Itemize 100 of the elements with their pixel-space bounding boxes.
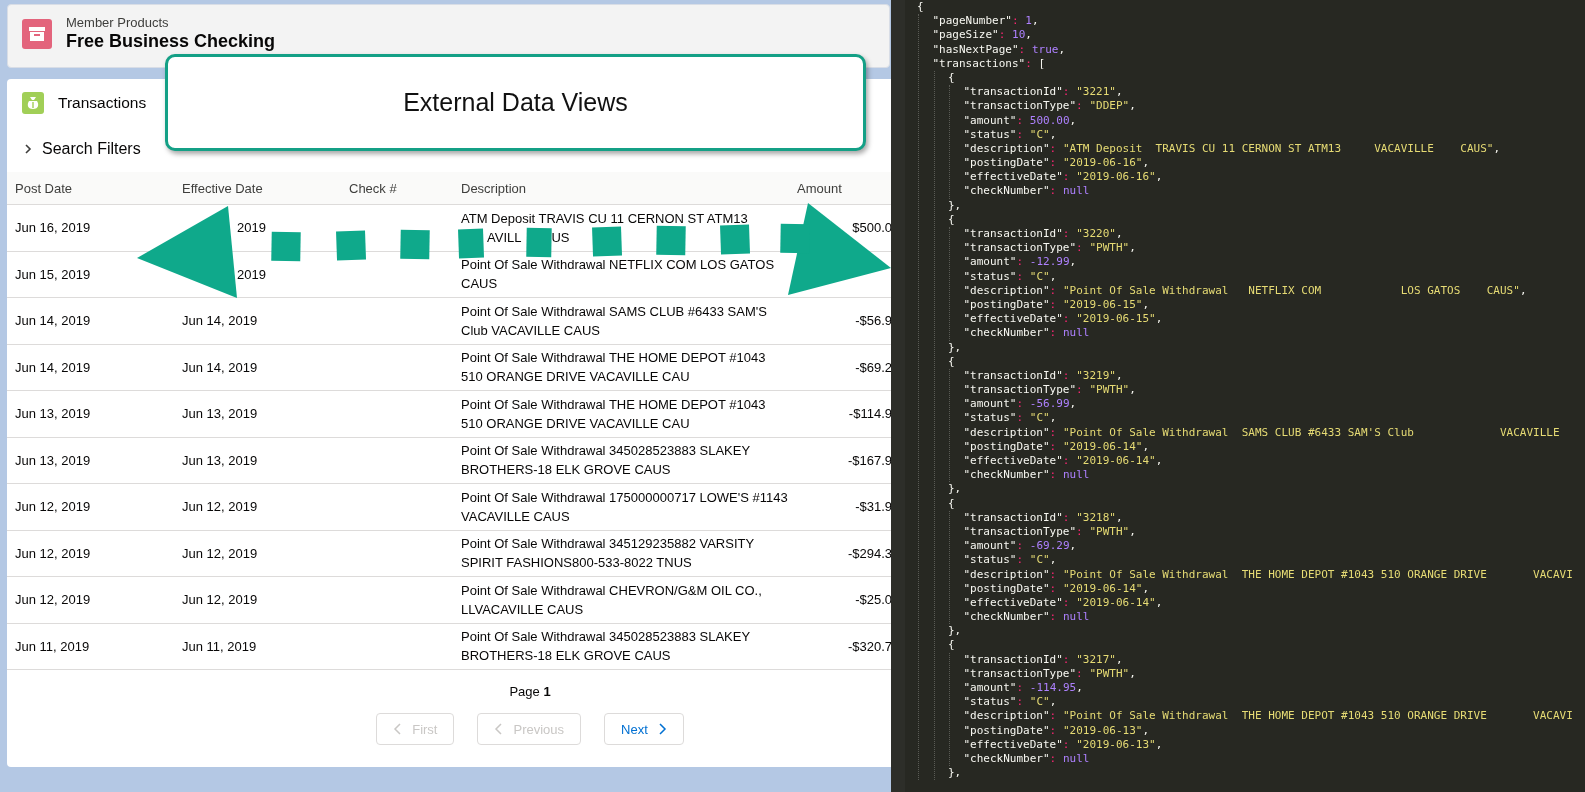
table-cell-text: -$25.0 [855, 591, 891, 610]
code-line: { [948, 638, 956, 653]
code-line: "status": "C", [963, 411, 1058, 426]
related-list-title: Transactions [58, 94, 147, 112]
code-line: "transactions": [ [932, 56, 1047, 71]
table-cell: ATM Deposit TRAVIS CU 11 CERNON ST ATM13 [461, 210, 748, 226]
table-cell-text: Jun 12, 2019 [182, 498, 258, 517]
archive-icon [22, 18, 52, 49]
object-label: Member Products [66, 15, 170, 30]
table-cell-text: Jun 12, 2019 [15, 544, 91, 563]
table-cell-text: -$320.7 [847, 637, 891, 656]
code-line: "pageNumber": 1, [932, 14, 1040, 29]
code-line: "amount": 500.00, [963, 113, 1078, 128]
table-cell-text: -$69.2 [855, 358, 891, 377]
code-line: }, [948, 198, 963, 213]
code-line: "effectiveDate": "2019-06-14", [963, 595, 1164, 611]
table-cell-text: -$167.9 [847, 451, 891, 470]
code-line: "checkNumber": null [963, 610, 1091, 625]
code-line: "transactionId": "3217", [963, 652, 1124, 667]
table-cell-text: Jun 16, 2019 [15, 219, 91, 238]
code-line: "effectiveDate": "2019-06-13", [963, 737, 1164, 752]
table-cell-text: -$56.9 [855, 312, 891, 331]
table-cell-text: Point Of Sale Withdrawal THE HOME DEPOT #1043 510 ORANGE DRIVE VACAVILLE CAU [461, 349, 767, 387]
code-line: "amount": -114.95, [963, 681, 1084, 696]
table-cell-text: Jun 14, 2019 [15, 358, 91, 377]
table-cell-text: Point Of Sale Withdrawal CHEVRON/G&M OIL CO., LLVACAVILLE CAUS [461, 581, 763, 619]
code-line: "description": "Point Of Sale Withdrawal THE HOME DEPOT #1043 510 ORANGE DRIVE VACAVI [963, 709, 1574, 724]
callout-text: External Data Views [403, 88, 628, 117]
code-line: { [948, 212, 956, 227]
code-line: "effectiveDate": "2019-06-14", [963, 454, 1164, 469]
code-line: "postingDate": "2019-06-14", [963, 439, 1150, 454]
code-line: "description": "Point Of Sale Withdrawal SAMS CLUB #6433 SAM'S Club VACAVILLE [963, 425, 1561, 440]
table-cell-text: Jun 14, 2019 [182, 312, 258, 331]
code-line: "transactionType": "PWTH", [963, 383, 1137, 398]
code-line: "checkNumber": null [963, 184, 1091, 199]
code-line: "description": "Point Of Sale Withdrawal NETFLIX COM LOS GATOS CAUS", [963, 283, 1528, 298]
table-cell-text: Jun 11, 2019 [15, 637, 90, 656]
table-cell-text: 2019 [237, 265, 266, 284]
table-cell-text: Jun 12, 2019 [15, 591, 91, 610]
code-line: "transactionId": "3219", [963, 368, 1124, 384]
table-cell-text: US [551, 228, 570, 247]
column-header[interactable]: Effective Date [174, 172, 341, 205]
table-cell-text: Jun 12, 2019 [15, 498, 91, 517]
code-line: "postingDate": "2019-06-14", [963, 581, 1150, 596]
code-line: { [917, 0, 925, 15]
code-line: "checkNumber": null [963, 326, 1091, 341]
table-cell-text: Jun 14, 2019 [182, 358, 258, 377]
table-cell-text: AVILL [487, 228, 522, 247]
table-cell-text: 2019 [237, 219, 266, 238]
code-line: "description": "Point Of Sale Withdrawal THE HOME DEPOT #1043 510 ORANGE DRIVE VACAVI [963, 567, 1574, 582]
chevron-icon[interactable] [22, 143, 34, 155]
search-filters-toggle[interactable]: Search Filters [42, 140, 141, 158]
table-cell-text: Point Of Sale Withdrawal THE HOME DEPOT #1043 510 ORANGE DRIVE VACAVILLE CAU [461, 395, 767, 433]
column-header[interactable]: Post Date [7, 172, 174, 205]
code-line: "postingDate": "2019-06-13", [963, 723, 1150, 738]
table-cell-text: Jun 13, 2019 [182, 451, 258, 470]
code-line: "amount": -69.29, [963, 539, 1078, 554]
code-line: "transactionType": "PWTH", [963, 666, 1137, 681]
code-line: }, [948, 340, 963, 355]
code-line: }, [948, 624, 963, 639]
code-line: "checkNumber": null [963, 751, 1091, 767]
table-cell-text: -$294.3 [847, 544, 891, 563]
table-cell-text: Jun 12, 2019 [182, 544, 258, 563]
column-header[interactable]: Description [453, 172, 789, 205]
table-cell-text: $500.0 [852, 219, 891, 238]
table-cell-text: Jun 13, 2019 [182, 405, 258, 424]
money-bag-icon [22, 92, 44, 114]
table-cell-text: -$114.9 [848, 405, 891, 424]
table-cell-text: Point Of Sale Withdrawal 345129235882 VARSITY SPIRIT FASHIONS800-533-8022 TNUS [461, 535, 755, 573]
code-line: "transactionId": "3220", [963, 227, 1124, 242]
record-title: Free Business Checking [66, 31, 276, 52]
code-line: "description": "ATM Deposit TRAVIS CU 11 CERNON ST ATM13 VACAVILLE CAUS", [963, 141, 1501, 157]
column-header[interactable]: Check # [341, 172, 453, 205]
code-line: "pageSize": 10, [932, 28, 1033, 43]
code-line: "amount": -12.99, [963, 255, 1078, 270]
pagination-button[interactable]: Next [604, 713, 684, 745]
code-line: "status": "C", [963, 695, 1058, 710]
code-line: }, [948, 766, 963, 781]
table-cell-text: Point Of Sale Withdrawal SAMS CLUB #6433 SAM'S Club VACAVILLE CAUS [461, 302, 768, 340]
table-cell-text: Point Of Sale Withdrawal 345028523883 SLAKEY BROTHERS-18 ELK GROVE CAUS [461, 442, 751, 480]
code-line: "postingDate": "2019-06-15", [963, 297, 1150, 313]
code-line: { [948, 70, 956, 86]
table-cell-text: Jun 15, 2019 [15, 265, 91, 284]
table-cell-text: Point Of Sale Withdrawal 175000000717 LOWE'S #1143 VACAVILLE CAUS [461, 488, 789, 526]
code-line: { [948, 496, 956, 511]
code-line: "status": "C", [963, 127, 1058, 142]
table-cell-text: Jun 13, 2019 [15, 451, 91, 470]
code-line: "transactionType": "PWTH", [963, 524, 1137, 540]
code-line: "effectiveDate": "2019-06-15", [963, 312, 1164, 327]
table-cell-text: Point Of Sale Withdrawal 345028523883 SLAKEY BROTHERS-18 ELK GROVE CAUS [461, 628, 751, 666]
code-line: "hasNextPage": true, [932, 42, 1067, 57]
table-cell-text: Point Of Sale Withdrawal NETFLIX COM LOS GATOS CAUS [461, 256, 776, 294]
code-line: "effectiveDate": "2019-06-16", [963, 170, 1164, 185]
code-line: "postingDate": "2019-06-16", [963, 156, 1150, 171]
code-line: { [948, 354, 956, 369]
table-cell-text: Jun 11, 2019 [182, 637, 257, 656]
table-cell-text: -$31.9 [855, 498, 891, 517]
column-header[interactable]: Amount [789, 172, 891, 205]
code-line: "amount": -56.99, [963, 397, 1078, 412]
code-line: "status": "C", [963, 553, 1058, 568]
